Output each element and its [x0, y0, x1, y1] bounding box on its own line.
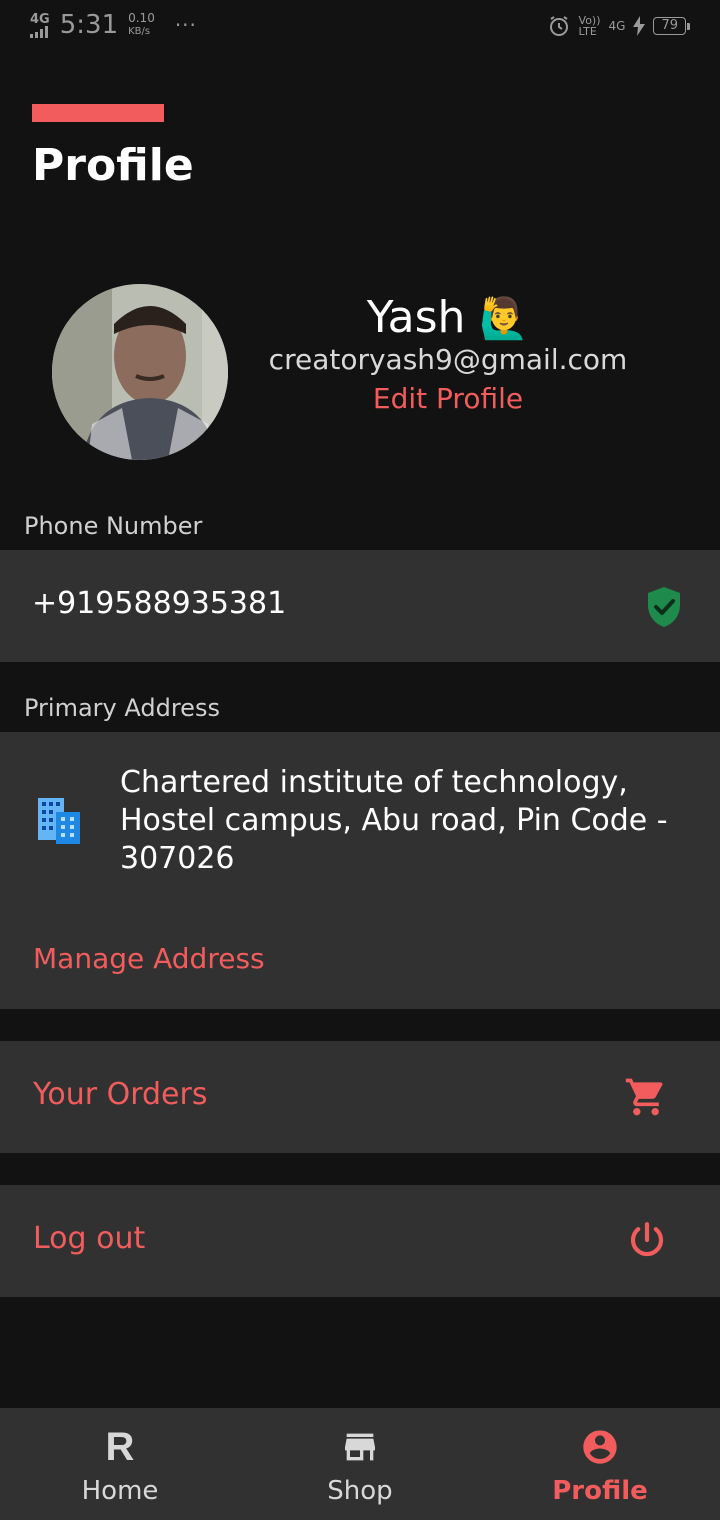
battery-icon: 79: [653, 17, 690, 35]
home-r-glyph: R: [105, 1424, 135, 1469]
your-orders-button[interactable]: Your Orders: [0, 1041, 720, 1153]
alarm-icon: [549, 16, 568, 36]
avatar-photo: [52, 284, 228, 460]
status-time: 5:31: [59, 10, 119, 40]
signal-group: 4G: [30, 13, 50, 38]
logout-button[interactable]: Log out: [0, 1185, 720, 1297]
home-r-icon: R: [100, 1424, 140, 1469]
nav-shop-label: Shop: [327, 1476, 393, 1506]
battery-level: 79: [653, 17, 686, 35]
phone-value: +919588935381: [32, 586, 287, 621]
avatar[interactable]: [52, 284, 228, 460]
nav-home[interactable]: R Home: [0, 1408, 240, 1520]
user-info: Yash 🙋‍♂️ creatoryash9@gmail.com Edit Pr…: [250, 292, 646, 415]
nav-home-label: Home: [81, 1476, 159, 1506]
page-title: Profile: [32, 140, 194, 191]
user-name-line: Yash 🙋‍♂️: [250, 292, 646, 343]
address-section-label: Primary Address: [24, 694, 220, 722]
status-right: Vo)) LTE 4G 79: [547, 14, 690, 38]
manage-address-link[interactable]: Manage Address: [33, 942, 265, 975]
volte-indicator: Vo)) LTE: [579, 15, 601, 37]
speed-value: 0.10: [128, 11, 155, 25]
your-orders-label: Your Orders: [33, 1077, 208, 1112]
nav-shop[interactable]: Shop: [240, 1408, 480, 1520]
network-speed: 0.10 KB/s: [128, 12, 155, 38]
status-bar: 4G 5:31 0.10 KB/s ··· Vo)) LTE 4G 79: [0, 0, 720, 56]
edit-profile-link[interactable]: Edit Profile: [250, 382, 646, 415]
title-accent-bar: [32, 104, 164, 122]
bottom-navigation: R Home Shop Profile: [0, 1408, 720, 1520]
shopping-cart-icon: [625, 1078, 663, 1116]
store-icon: [340, 1426, 380, 1468]
verified-shield-icon: [648, 587, 680, 627]
charging-icon: [633, 16, 646, 36]
office-building-icon: [38, 798, 80, 844]
user-email: creatoryash9@gmail.com: [268, 343, 628, 376]
phone-card: +919588935381: [0, 550, 720, 662]
network-type: 4G: [30, 11, 50, 27]
logout-label: Log out: [33, 1221, 146, 1256]
power-icon: [630, 1222, 664, 1257]
address-text: Chartered institute of technology, Hoste…: [120, 765, 668, 876]
volte-bottom: LTE: [578, 25, 597, 38]
signal-icon: [30, 25, 48, 38]
more-notifications-icon: ···: [174, 13, 197, 37]
phone-section-label: Phone Number: [24, 512, 203, 540]
account-circle-icon: [580, 1426, 620, 1468]
nav-profile-label: Profile: [552, 1476, 648, 1506]
person-raising-hand-icon: 🙋‍♂️: [479, 296, 530, 342]
user-name: Yash: [366, 292, 466, 343]
network-type-right: 4G: [608, 19, 626, 33]
speed-unit: KB/s: [128, 26, 151, 37]
status-left: 4G 5:31 0.10 KB/s ···: [30, 10, 197, 40]
nav-profile[interactable]: Profile: [480, 1408, 720, 1520]
